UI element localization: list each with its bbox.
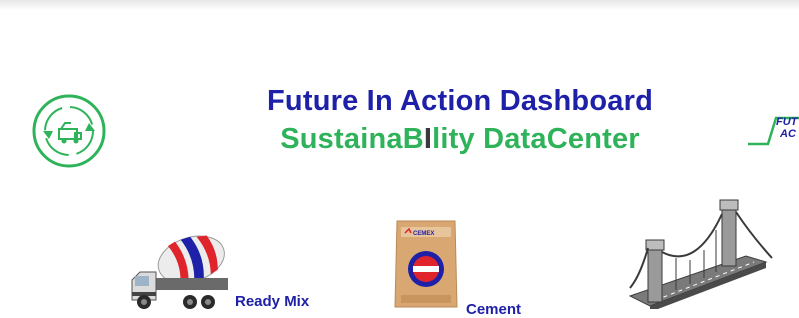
cement-bag-icon: CEMEX xyxy=(394,220,458,308)
dashboard-title: Future In Action Dashboard xyxy=(267,85,653,117)
logo-right-text: FUT AC xyxy=(776,116,797,140)
logo-line-2: AC xyxy=(780,128,796,140)
subtitle-part-c: lity DataCenter xyxy=(432,123,640,155)
top-bar xyxy=(0,0,799,10)
subtitle-highlight: I xyxy=(423,123,433,155)
bridge-icon xyxy=(628,199,773,309)
dashboard-subtitle: SustainaBIlity DataCenter xyxy=(200,123,720,156)
recycle-circle-icon xyxy=(32,94,106,168)
concrete-mixer-truck-icon xyxy=(131,235,228,309)
subtitle-part-a: SustainaB xyxy=(280,123,424,155)
category-label-cement[interactable]: Cement xyxy=(466,301,521,318)
logo-line-1: FUT xyxy=(776,116,798,128)
bag-brand-text: CEMEX xyxy=(413,231,434,237)
category-label-ready-mix[interactable]: Ready Mix xyxy=(235,293,309,310)
future-in-action-logo: FUT AC xyxy=(746,112,799,148)
